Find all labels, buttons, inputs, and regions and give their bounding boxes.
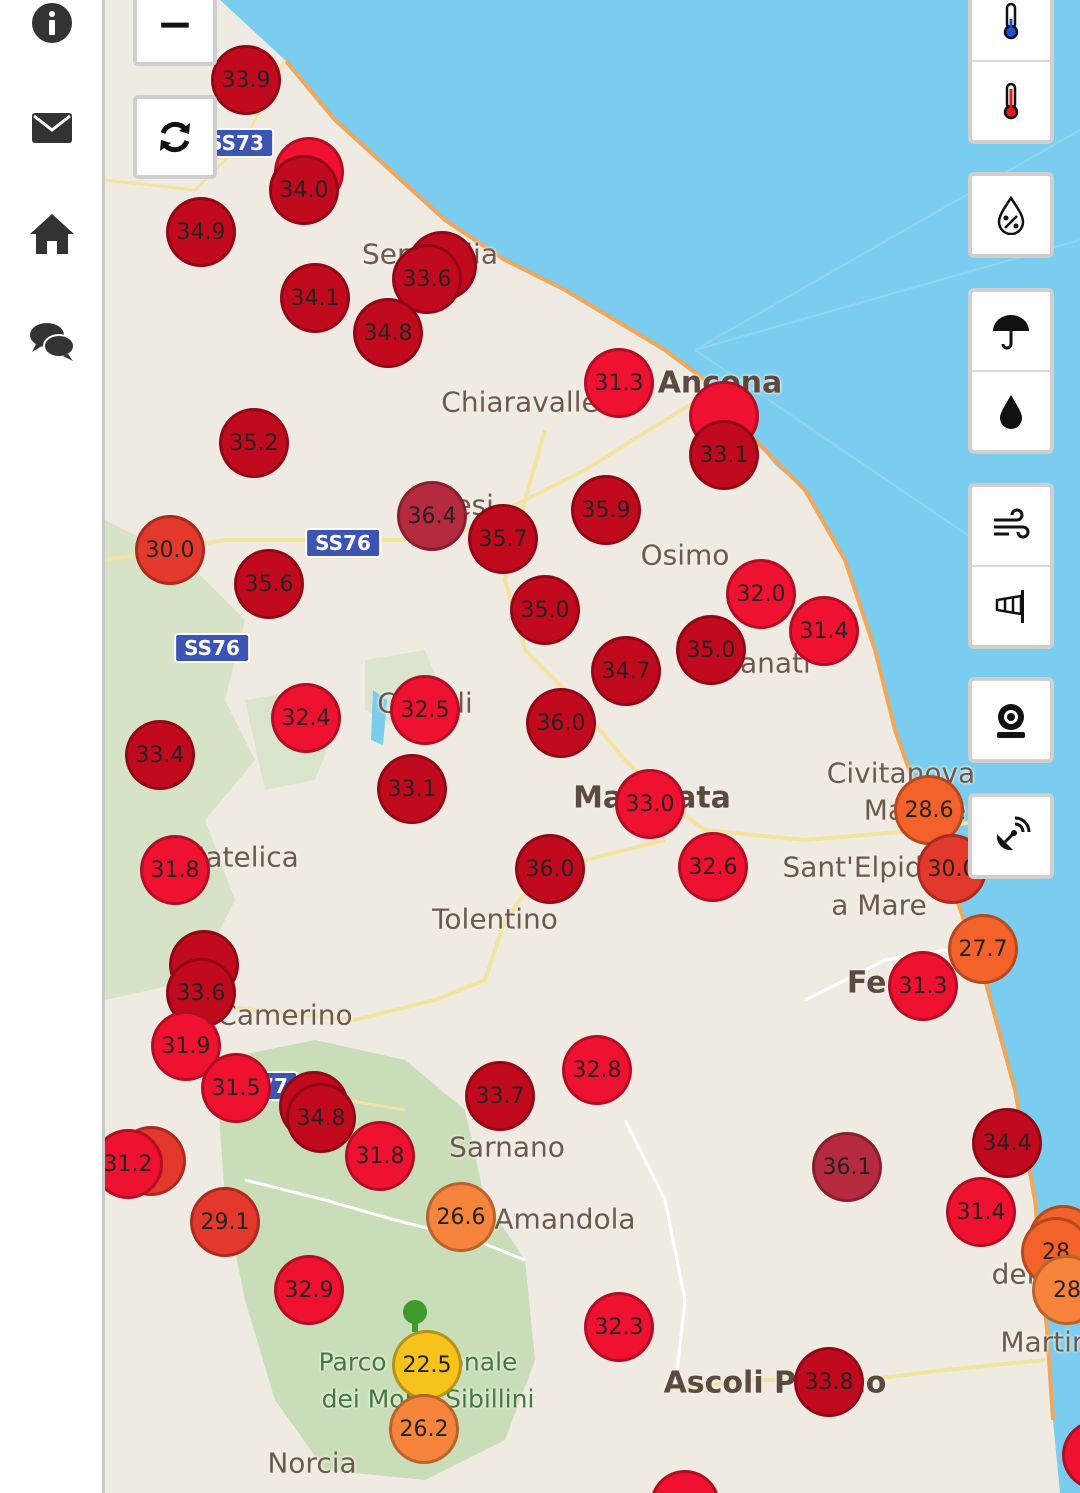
refresh-icon <box>160 121 190 153</box>
station-marker[interactable]: 35.6 <box>234 549 304 619</box>
station-marker[interactable]: 32.6 <box>678 832 748 902</box>
station-marker[interactable]: 32.8 <box>562 1035 632 1105</box>
place-label: Sarnano <box>449 1130 565 1164</box>
place-label: Tolentino <box>432 902 558 936</box>
station-marker[interactable]: 31.8 <box>140 835 210 905</box>
station-marker[interactable]: 22.5 <box>392 1330 462 1400</box>
station-marker[interactable]: 33.9 <box>211 45 281 115</box>
station-marker[interactable]: 33.8 <box>794 1347 864 1417</box>
wind-icon <box>994 508 1030 539</box>
place-label: Camerino <box>217 998 353 1032</box>
station-marker[interactable]: 34.7 <box>591 636 661 706</box>
station-marker[interactable]: 32.4 <box>271 683 341 753</box>
station-marker[interactable]: 33.0 <box>615 769 685 839</box>
layer-group-wind <box>968 483 1054 649</box>
road-shield: SS76 <box>174 633 250 663</box>
station-marker[interactable]: 31.8 <box>345 1121 415 1191</box>
thermometer-hot-icon <box>1003 82 1019 120</box>
station-marker[interactable]: 27.7 <box>948 914 1018 984</box>
station-marker[interactable]: 34.8 <box>353 298 423 368</box>
station-marker[interactable]: 29.1 <box>190 1187 260 1257</box>
radar-icon <box>996 816 1031 851</box>
layer-wind-button[interactable] <box>972 487 1050 565</box>
thermometer-cold-icon <box>1003 2 1019 40</box>
station-marker[interactable]: 31.4 <box>946 1177 1016 1247</box>
map-base <box>105 0 1080 1493</box>
layer-webcam-button[interactable] <box>972 681 1050 759</box>
station-marker[interactable]: 36.0 <box>515 834 585 904</box>
station-marker[interactable]: 32.5 <box>390 675 460 745</box>
station-marker[interactable]: 26.2 <box>389 1394 459 1464</box>
chat-icon <box>30 323 75 361</box>
humidity-icon <box>997 195 1025 235</box>
raindrop-icon <box>1000 395 1022 429</box>
station-marker[interactable]: 36.1 <box>812 1132 882 1202</box>
layer-humidity-button[interactable] <box>972 176 1050 254</box>
umbrella-icon <box>993 315 1029 350</box>
place-label: Martin <box>1000 1325 1080 1359</box>
mail-icon <box>32 113 72 143</box>
home-button[interactable] <box>22 204 82 264</box>
layer-group-humidity <box>968 172 1054 258</box>
station-marker[interactable]: 34.8 <box>286 1083 356 1153</box>
station-marker[interactable]: 33.4 <box>125 720 195 790</box>
station-marker[interactable]: 32.9 <box>274 1255 344 1325</box>
station-marker[interactable]: 34.1 <box>280 263 350 333</box>
mail-button[interactable] <box>22 98 82 158</box>
station-marker[interactable]: 30.0 <box>135 515 205 585</box>
station-marker[interactable]: 32.3 <box>584 1292 654 1362</box>
chat-button[interactable] <box>22 310 82 370</box>
station-marker[interactable]: 26.6 <box>426 1182 496 1252</box>
layer-rain-rate-button[interactable] <box>972 292 1050 370</box>
home-icon <box>30 214 74 254</box>
webcam-icon <box>997 704 1025 738</box>
place-label: Norcia <box>267 1446 357 1480</box>
layer-group-webcam <box>968 677 1054 763</box>
layer-wind-gust-button[interactable] <box>972 565 1050 645</box>
road-shield: SS76 <box>305 528 381 558</box>
station-marker[interactable]: 31.3 <box>584 348 654 418</box>
sidebar <box>0 0 105 1493</box>
station-marker[interactable]: 35.0 <box>676 615 746 685</box>
station-marker[interactable]: 34.4 <box>972 1108 1042 1178</box>
layer-radar-button[interactable] <box>972 797 1050 875</box>
layer-rain-total-button[interactable] <box>972 370 1050 450</box>
station-marker[interactable]: 36.4 <box>397 481 467 551</box>
station-marker[interactable]: 36.0 <box>526 688 596 758</box>
station-marker[interactable]: 34.9 <box>166 197 236 267</box>
station-marker[interactable]: 35.0 <box>510 575 580 645</box>
place-label: Osimo <box>640 538 730 572</box>
station-marker[interactable]: 31.5 <box>201 1053 271 1123</box>
station-marker[interactable]: 34.0 <box>269 155 339 225</box>
layer-temp-max-button[interactable] <box>972 60 1050 140</box>
zoom-out-button[interactable]: − <box>133 0 217 66</box>
windsock-icon <box>995 590 1024 623</box>
station-marker[interactable]: 35.2 <box>219 408 289 478</box>
station-marker[interactable]: 32.0 <box>726 559 796 629</box>
station-marker[interactable]: 33.1 <box>377 754 447 824</box>
station-marker[interactable]: 31.3 <box>888 951 958 1021</box>
layer-group-temperature <box>968 0 1054 144</box>
station-marker[interactable]: 33.1 <box>689 420 759 490</box>
station-marker[interactable]: 35.7 <box>468 504 538 574</box>
layer-group-rain <box>968 288 1054 454</box>
info-icon <box>32 3 72 43</box>
station-marker[interactable]: 35.9 <box>571 475 641 545</box>
refresh-button[interactable] <box>133 95 217 179</box>
station-marker[interactable]: 33.7 <box>465 1061 535 1131</box>
place-label: Amandola <box>494 1202 636 1236</box>
map[interactable]: Senigallia Chiaravalle Ancona Osimo Jesi… <box>105 0 1080 1493</box>
layer-group-radar <box>968 793 1054 879</box>
place-label: Chiaravalle <box>441 385 599 419</box>
place-label: a Mare <box>831 888 927 922</box>
layer-temp-min-button[interactable] <box>972 0 1050 60</box>
info-button[interactable] <box>22 0 82 53</box>
station-marker[interactable]: 31.4 <box>789 596 859 666</box>
